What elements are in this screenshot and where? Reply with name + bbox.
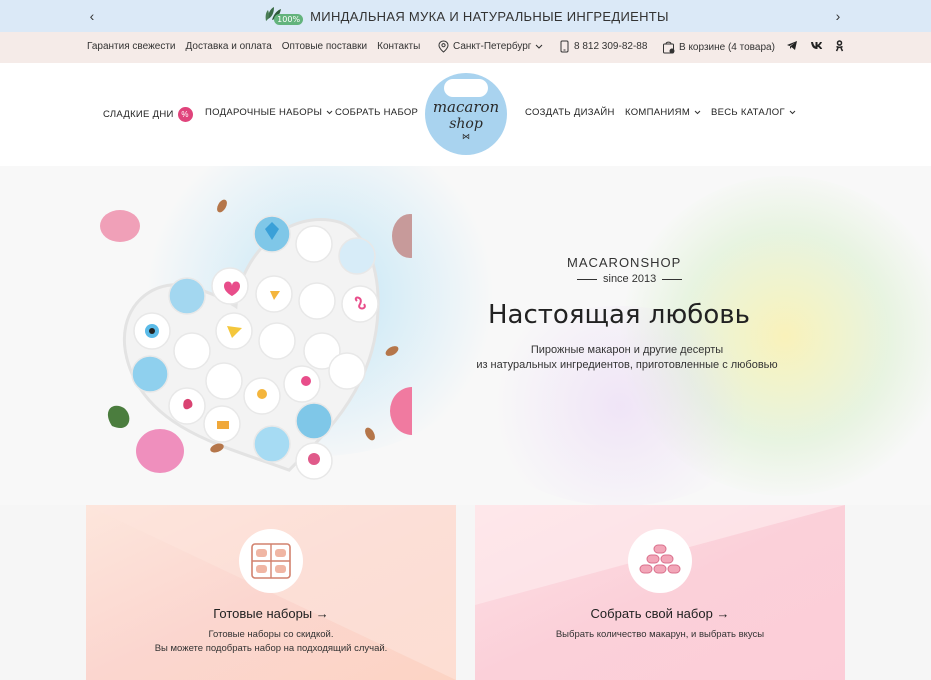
hero-subtitle: Пирожные макарон и другие десерты из нат… bbox=[466, 343, 788, 373]
nav-build-set-label: СОБРАТЬ НАБОР bbox=[335, 107, 419, 118]
ready-sets-title[interactable]: Готовые наборы → bbox=[86, 606, 456, 621]
macaron-stack-icon bbox=[628, 529, 692, 593]
promo-text: МИНДАЛЬНАЯ МУКА И НАТУРАЛЬНЫЕ ИНГРЕДИЕНТ… bbox=[310, 8, 669, 24]
location-pin-icon bbox=[438, 40, 449, 53]
promo-bar: ‹ 100% МИНДАЛЬНАЯ МУКА И НАТУРАЛЬНЫЕ ИНГ… bbox=[0, 0, 931, 32]
hero-since: since 2013 bbox=[577, 273, 683, 285]
nav-companies[interactable]: КОМПАНИЯМ bbox=[625, 107, 701, 118]
promo-next-button[interactable]: › bbox=[828, 6, 848, 26]
nav-create-design-label: СОЗДАТЬ ДИЗАЙН bbox=[525, 107, 615, 118]
chevron-down-icon bbox=[789, 110, 796, 115]
nav-companies-label: КОМПАНИЯМ bbox=[625, 107, 691, 118]
nav-catalog[interactable]: ВЕСЬ КАТАЛОГ bbox=[711, 107, 796, 118]
phone-number: 8 812 309-82-88 bbox=[574, 41, 648, 52]
logo-text-macaron: macaron bbox=[432, 97, 500, 116]
build-own-set-title-text: Собрать свой набор bbox=[590, 606, 713, 621]
main-nav: СЛАДКИЕ ДНИ % ПОДАРОЧНЫЕ НАБОРЫ СОБРАТЬ … bbox=[0, 63, 931, 166]
social-links bbox=[786, 40, 844, 52]
build-own-set-desc-line-1: Выбрать количество макарун, и выбрать вк… bbox=[555, 629, 765, 640]
hero-banner: MACARONSHOP since 2013 Настоящая любовь … bbox=[0, 166, 931, 505]
logo-cloud bbox=[444, 79, 488, 97]
promo-badge: 100% bbox=[274, 14, 304, 25]
nav-gift-sets[interactable]: ПОДАРОЧНЫЕ НАБОРЫ bbox=[205, 107, 333, 118]
link-contacts[interactable]: Контакты bbox=[377, 41, 420, 52]
city-selector[interactable]: Санкт-Петербург bbox=[438, 40, 543, 53]
utility-links: Гарантия свежести Доставка и оплата Опто… bbox=[87, 41, 420, 52]
logo[interactable]: macaron shop ⋈ bbox=[425, 73, 507, 155]
ready-sets-card[interactable]: Готовые наборы → Готовые наборы со скидк… bbox=[86, 505, 456, 680]
hero-subtitle-line-2: из натуральных ингредиентов, приготовлен… bbox=[476, 359, 778, 371]
build-own-set-description: Выбрать количество макарун, и выбрать вк… bbox=[475, 628, 845, 642]
hero-title: Настоящая любовь bbox=[488, 300, 750, 330]
macaron-box-icon bbox=[239, 529, 303, 593]
phone-icon bbox=[560, 40, 569, 53]
build-own-set-card[interactable]: Собрать свой набор → Выбрать количество … bbox=[475, 505, 845, 680]
natural-leaf-icon: 100% bbox=[262, 5, 304, 27]
nav-sweet-days[interactable]: СЛАДКИЕ ДНИ % bbox=[103, 107, 193, 122]
utility-bar: Гарантия свежести Доставка и оплата Опто… bbox=[0, 32, 931, 63]
vk-icon[interactable] bbox=[810, 40, 823, 50]
ok-icon[interactable] bbox=[835, 40, 844, 52]
bow-icon: ⋈ bbox=[462, 131, 470, 141]
telegram-icon[interactable] bbox=[786, 40, 798, 51]
ready-sets-desc-line-1: Готовые наборы со скидкой. bbox=[208, 629, 334, 640]
ready-sets-title-text: Готовые наборы bbox=[213, 606, 313, 621]
hero-brand: MACARONSHOP bbox=[567, 255, 682, 270]
build-own-set-title[interactable]: Собрать свой набор → bbox=[475, 606, 845, 621]
divider-line bbox=[662, 278, 683, 280]
discount-badge: % bbox=[177, 107, 193, 122]
city-label: Санкт-Петербург bbox=[453, 41, 532, 52]
nav-catalog-label: ВЕСЬ КАТАЛОГ bbox=[711, 107, 785, 118]
hero-subtitle-line-1: Пирожные макарон и другие десерты bbox=[530, 344, 724, 356]
macaron-heart-box-image bbox=[100, 199, 412, 480]
logo-text-shop: shop bbox=[449, 115, 483, 132]
phone-link[interactable]: 8 812 309-82-88 bbox=[560, 40, 647, 53]
cart-label: В корзине (4 товара) bbox=[679, 41, 775, 53]
nav-sweet-days-label: СЛАДКИЕ ДНИ bbox=[103, 109, 174, 120]
divider-line bbox=[577, 278, 597, 280]
chevron-down-icon bbox=[536, 44, 543, 49]
shopping-bag-icon bbox=[663, 41, 675, 54]
nav-build-set[interactable]: СОБРАТЬ НАБОР bbox=[335, 107, 418, 118]
link-wholesale[interactable]: Оптовые поставки bbox=[282, 41, 367, 52]
ready-sets-description: Готовые наборы со скидкой. Вы можете под… bbox=[86, 628, 456, 656]
nav-create-design[interactable]: СОЗДАТЬ ДИЗАЙН bbox=[525, 107, 615, 118]
nav-gift-sets-label: ПОДАРОЧНЫЕ НАБОРЫ bbox=[205, 107, 323, 118]
cart-link[interactable]: В корзине (4 товара) bbox=[662, 40, 775, 54]
link-freshness[interactable]: Гарантия свежести bbox=[87, 41, 176, 52]
hero-since-text: since 2013 bbox=[603, 273, 657, 285]
link-delivery[interactable]: Доставка и оплата bbox=[186, 41, 272, 52]
chevron-down-icon bbox=[694, 110, 701, 115]
hero-glow-lilac bbox=[470, 306, 770, 505]
chevron-down-icon bbox=[326, 110, 333, 115]
arrow-right-icon: → bbox=[315, 606, 329, 621]
ready-sets-desc-line-2: Вы можете подобрать набор на подходящий … bbox=[154, 643, 388, 654]
arrow-right-icon: → bbox=[716, 606, 730, 621]
promo-prev-button[interactable]: ‹ bbox=[82, 6, 102, 26]
